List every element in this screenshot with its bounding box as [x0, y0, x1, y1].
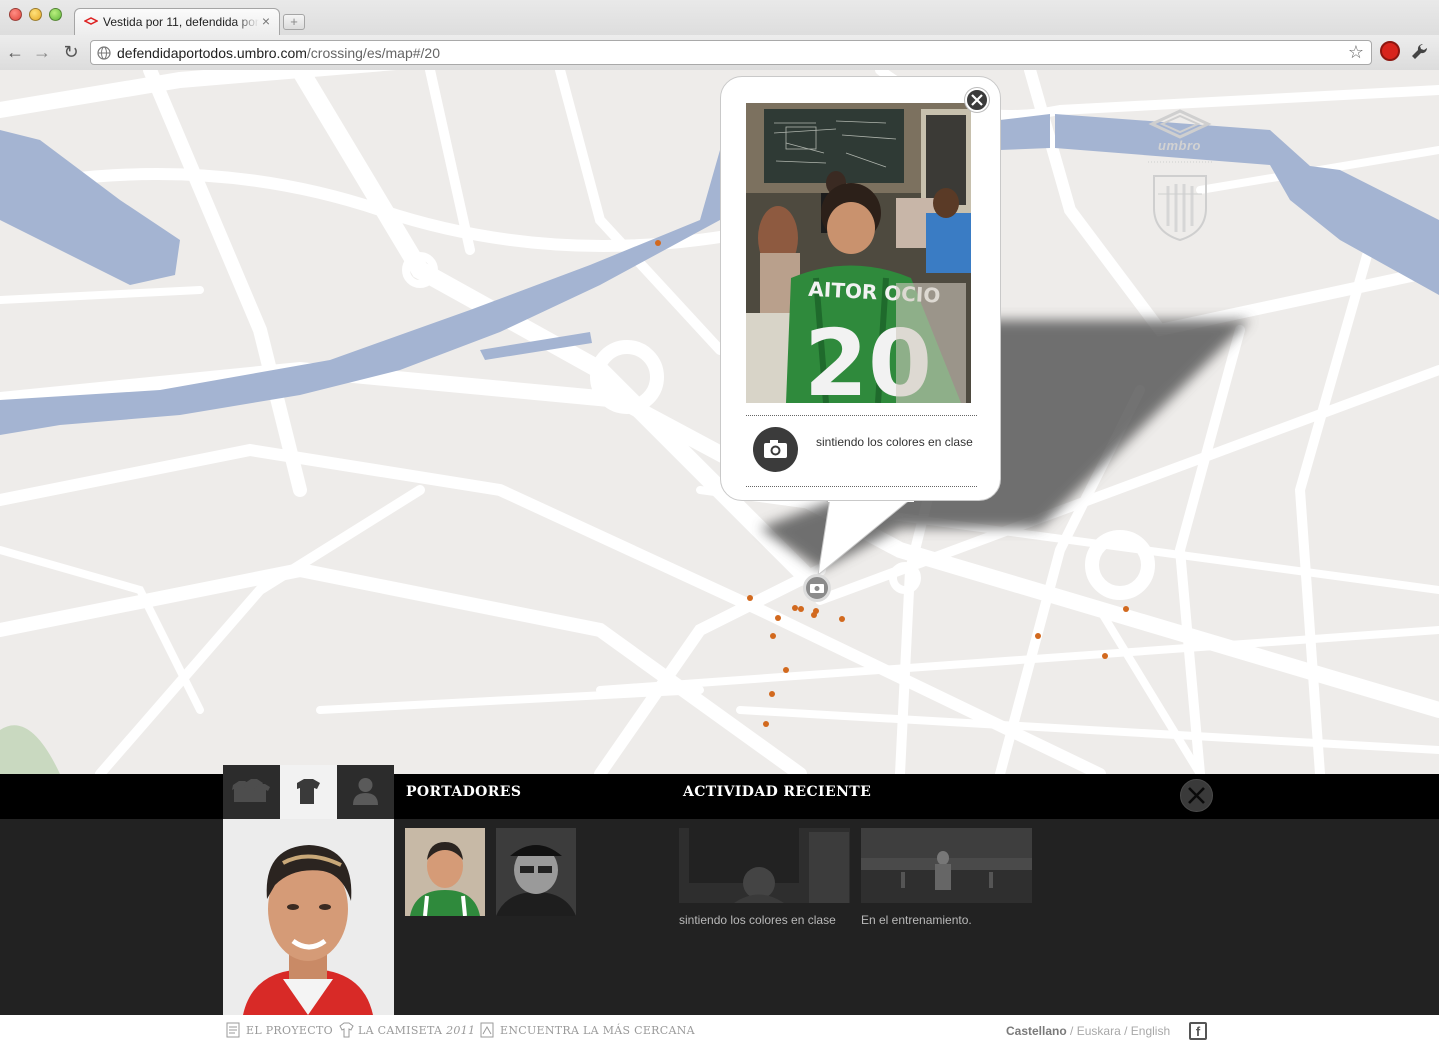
photo-caption: sintiendo los colores en clase — [816, 435, 973, 449]
shirt-icon — [297, 779, 320, 804]
nav-shirt-label: LA CAMISETA — [358, 1024, 443, 1037]
camera-icon — [764, 440, 787, 458]
activity-photo — [861, 828, 1032, 903]
activity-photo — [679, 828, 850, 903]
carriers-title: PORTADORES — [406, 784, 522, 800]
tab-strip: Vestida por 11, defendida por todos × + — [0, 0, 1439, 35]
lang-euskara[interactable]: Euskara — [1077, 1024, 1121, 1038]
browser-toolbar: ← → ↻ defendidaportodos.umbro.com/crossi… — [0, 35, 1439, 70]
recent-activity-title: ACTIVIDAD RECIENTE — [683, 784, 872, 800]
shirt-outline-icon — [339, 1022, 354, 1038]
new-tab-button[interactable]: + — [283, 14, 305, 30]
map-pin-icon — [480, 1022, 494, 1038]
classroom-photo[interactable]: AITOR OCIO 20 — [746, 103, 971, 403]
site-footer: EL PROYECTO LA CAMISETA 2011 ENCUENTRA L… — [0, 1015, 1439, 1047]
activity-caption: sintiendo los colores en clase — [679, 913, 836, 927]
nav-nearest-link[interactable]: ENCUENTRA LA MÁS CERCANA — [500, 1024, 695, 1037]
panel-close-button[interactable] — [1180, 779, 1213, 812]
globe-icon — [97, 46, 111, 60]
tab-person[interactable] — [337, 765, 394, 819]
player-photo — [223, 819, 394, 1015]
photo-popup: AITOR OCIO 20 sintiendo los colores en c… — [720, 76, 1001, 501]
wrench-icon[interactable] — [1410, 42, 1430, 62]
browser-tab[interactable]: Vestida por 11, defendida por todos × — [74, 8, 280, 35]
activity-caption: En el entrenamiento. — [861, 913, 972, 927]
forward-button[interactable]: → — [31, 41, 53, 63]
popup-close-button[interactable] — [965, 88, 989, 112]
player-portrait — [223, 819, 394, 1015]
activity-thumbnail[interactable] — [679, 828, 850, 903]
selected-map-marker[interactable] — [803, 574, 831, 602]
group-shirts-icon — [232, 779, 270, 802]
carrier-photo — [405, 828, 485, 916]
browser-chrome: Vestida por 11, defendida por todos × + … — [0, 0, 1439, 70]
nav-project-link[interactable]: EL PROYECTO — [246, 1024, 333, 1037]
tab-shirt[interactable] — [280, 765, 337, 819]
extension-icon[interactable] — [1380, 41, 1400, 61]
person-icon — [353, 778, 378, 805]
bookmark-star-icon[interactable]: ☆ — [1348, 42, 1364, 63]
photo-type-badge — [753, 427, 798, 472]
url-path: /crossing/es/map#/20 — [306, 45, 440, 61]
facebook-icon[interactable]: f — [1189, 1022, 1207, 1040]
lang-english[interactable]: English — [1131, 1024, 1170, 1038]
tab-title: Vestida por 11, defendida por todos — [103, 15, 259, 29]
zoom-window-button[interactable] — [49, 8, 62, 21]
back-button[interactable]: ← — [4, 41, 26, 63]
divider — [746, 415, 977, 416]
reload-button[interactable]: ↻ — [60, 41, 82, 63]
camera-icon — [810, 584, 824, 593]
map-view[interactable]: umbro AITOR OCIO 20 sintiendo los colore… — [0, 70, 1439, 774]
bottom-panel: PORTADORES ACTIVIDAD RECIENTE sintiendo … — [0, 765, 1439, 1015]
close-window-button[interactable] — [9, 8, 22, 21]
url-host: defendidaportodos.umbro.com — [117, 45, 307, 61]
address-bar[interactable]: defendidaportodos.umbro.com/crossing/es/… — [90, 40, 1372, 65]
activity-thumbnail[interactable] — [861, 828, 1032, 903]
language-switcher: Castellano / Euskara / English — [1006, 1024, 1170, 1038]
lang-separator: / — [1070, 1024, 1074, 1038]
lang-castellano[interactable]: Castellano — [1006, 1024, 1067, 1038]
lang-separator: / — [1124, 1024, 1128, 1038]
tab-all-shirts[interactable] — [223, 765, 280, 819]
umbro-favicon-icon — [84, 17, 98, 25]
minimize-window-button[interactable] — [29, 8, 42, 21]
nav-shirt-link[interactable]: LA CAMISETA 2011 — [358, 1024, 475, 1037]
url-text: defendidaportodos.umbro.com/crossing/es/… — [117, 45, 440, 61]
nav-shirt-year: 2011 — [446, 1024, 476, 1037]
divider — [746, 486, 977, 487]
tab-close-icon[interactable]: × — [262, 13, 270, 29]
close-icon — [1188, 787, 1205, 804]
document-icon — [226, 1022, 240, 1038]
carrier-thumbnail[interactable] — [405, 828, 485, 916]
carrier-thumbnail[interactable] — [496, 828, 576, 916]
close-icon — [971, 94, 983, 106]
carrier-photo — [496, 828, 576, 916]
